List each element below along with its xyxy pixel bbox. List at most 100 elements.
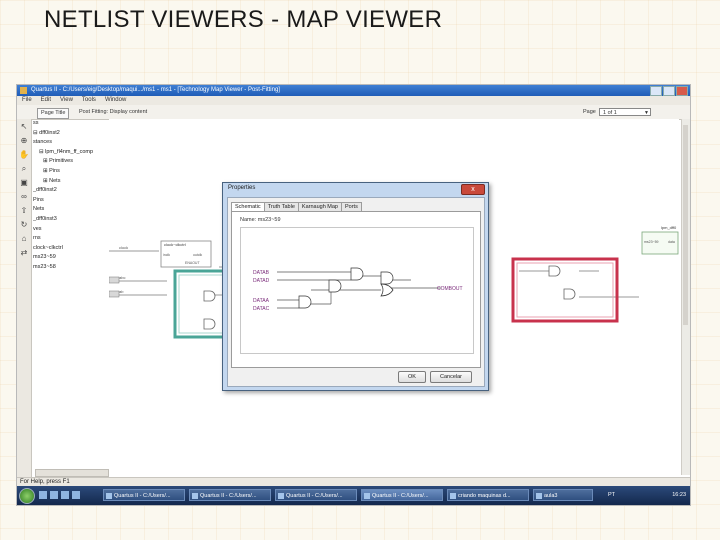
hierarchy-up-icon[interactable]: ⇧ [19,206,29,216]
menu-view[interactable]: View [60,96,73,105]
page-title-button[interactable]: Page Title [37,108,70,119]
net-icon[interactable]: ⇄ [19,248,29,258]
system-tray: PT 16:23 [604,488,688,503]
tree-item[interactable]: ms23~59 [33,253,107,263]
page-label: Page [583,109,596,115]
menu-file[interactable]: File [22,96,32,105]
and-gate-icon[interactable] [203,318,216,330]
input-pin[interactable] [109,290,120,298]
menu-tools[interactable]: Tools [82,96,96,105]
minimize-button[interactable] [650,86,662,96]
left-tool-palette: ↖ ⊕ ✋ ⌕ ▣ ∞ ⇧ ↻ ⌂ ⇄ [17,119,32,485]
pin-label: ab [119,289,124,294]
quicklaunch-icon[interactable] [61,491,69,499]
status-text: For Help, press F1 [20,479,70,485]
tree-item[interactable]: Nets [33,205,107,215]
tree-item[interactable]: _dff0inst2 [33,186,107,196]
taskbar-button[interactable]: criando maquinas d... [447,489,529,501]
tree-item[interactable]: ⊞ Primitives [33,157,107,167]
lpm-dff0-port: ms23~59 [644,240,659,244]
post-fitting-label: Post Fitting: Display content [79,109,148,115]
menu-window[interactable]: Window [105,96,126,105]
tree-item[interactable]: ⊟ lpm_fl4nm_ff_comp [33,148,107,158]
tree-item[interactable]: Pins [33,196,107,206]
and-gate-icon[interactable] [203,290,216,302]
quicklaunch-icon[interactable] [72,491,80,499]
maximize-button[interactable] [663,86,675,96]
tree-item[interactable]: rns [33,234,107,244]
menu-edit[interactable]: Edit [41,96,51,105]
cell-schematic: DATAB DATAD DATAA DATAC COMBOUT [240,227,474,354]
canvas-vertical-scrollbar[interactable] [681,119,690,475]
clkctrl-port: outclk [193,253,202,257]
cancel-button[interactable]: Cancelar [430,371,472,383]
or-gate-icon [380,283,394,297]
chevron-down-icon: ▼ [644,110,649,116]
select-arrow-icon[interactable]: ↖ [19,122,29,132]
ok-button[interactable]: OK [398,371,426,383]
properties-dialog: Properties x Schematic Truth Table Karna… [222,182,489,391]
dialog-close-button[interactable]: x [461,184,485,195]
tree-item[interactable]: ⊞ Pins [33,167,107,177]
close-button[interactable] [676,86,688,96]
name-value: ms23~59 [257,217,281,223]
tree-horizontal-scrollbar[interactable] [35,469,109,477]
pin-label: abc [119,275,125,280]
quicklaunch-icon[interactable] [39,491,47,499]
home-icon[interactable]: ⌂ [19,234,29,244]
zoom-icon[interactable]: ⊕ [19,136,29,146]
input-label: DATAA [253,298,270,304]
clkctrl-port: inclk [163,253,170,257]
clkctrl-port: ENAOUT [185,261,200,265]
binoculars-icon[interactable]: ∞ [19,192,29,202]
tree-item[interactable]: clock~clkctrl [33,244,107,254]
output-label: COMBOUT [437,286,463,292]
pin-label: clock [119,245,128,250]
page-select-value: 1 of 1 [603,110,617,116]
name-label: Name: [240,217,257,223]
taskbar-button[interactable]: Quartus II - C:/Users/... [361,489,443,501]
schematic-panel: Name: ms23~59 DATAB DATAD DATAA DATAC CO… [231,211,481,368]
tree-item[interactable]: ⊞ Nets [33,177,107,187]
lpm-dff0-port: data [668,240,675,244]
input-pin[interactable] [109,276,120,284]
taskbar-button[interactable]: Quartus II - C:/Users/... [275,489,357,501]
input-label: DATAD [253,278,270,284]
dialog-title: Properties [228,185,256,191]
tree-item[interactable]: ves [33,225,107,235]
and-gate-icon [328,279,342,293]
and-gate-icon[interactable] [548,265,561,277]
taskbar-button[interactable]: Quartus II - C:/Users/... [189,489,271,501]
lpm-dff0-title: lpm_dff0 [661,225,677,230]
and-gate-icon[interactable] [563,288,576,300]
fit-window-icon[interactable]: ▣ [19,178,29,188]
tree-item[interactable]: ms23~58 [33,263,107,273]
language-indicator[interactable]: PT [608,488,615,503]
dialog-body: Schematic Truth Table Karnaugh Map Ports… [227,197,485,387]
name-field: Name: ms23~59 [240,217,281,223]
and-gate-icon [350,267,364,281]
tree-item[interactable]: ⊟ dff0inst2 [33,129,107,139]
quicklaunch-icon[interactable] [50,491,58,499]
find-icon[interactable]: ⌕ [19,164,29,174]
tree-item[interactable]: stances [33,138,107,148]
taskbar-button[interactable]: Quartus II - C:/Users/... [103,489,185,501]
window-controls [650,86,688,96]
taskbar-button[interactable]: aula3 [533,489,593,501]
slide-title: NETLIST VIEWERS - MAP VIEWER [44,6,443,33]
clock[interactable]: 16:23 [672,488,686,503]
rotate-icon[interactable]: ↻ [19,220,29,230]
status-bar: For Help, press F1 [17,477,690,486]
tree-item[interactable]: _dff0inst3 [33,215,107,225]
netlist-navigator: ss ⊟ dff0inst2 stances ⊟ lpm_fl4nm_ff_co… [33,119,107,475]
clkctrl-title: clock~clkctrl [164,242,186,247]
scrollbar-thumb[interactable] [683,125,688,325]
tree-item[interactable]: ss [33,119,107,129]
window-title: Quartus II - C:/Users/eig/Desktop/maqui.… [31,87,280,93]
window-titlebar[interactable]: Quartus II - C:/Users/eig/Desktop/maqui.… [17,85,690,96]
hand-icon[interactable]: ✋ [19,150,29,160]
input-label: DATAB [253,270,270,276]
start-button[interactable] [19,488,35,504]
page-select[interactable]: 1 of 1 ▼ [599,108,651,116]
input-label: DATAC [253,306,270,312]
